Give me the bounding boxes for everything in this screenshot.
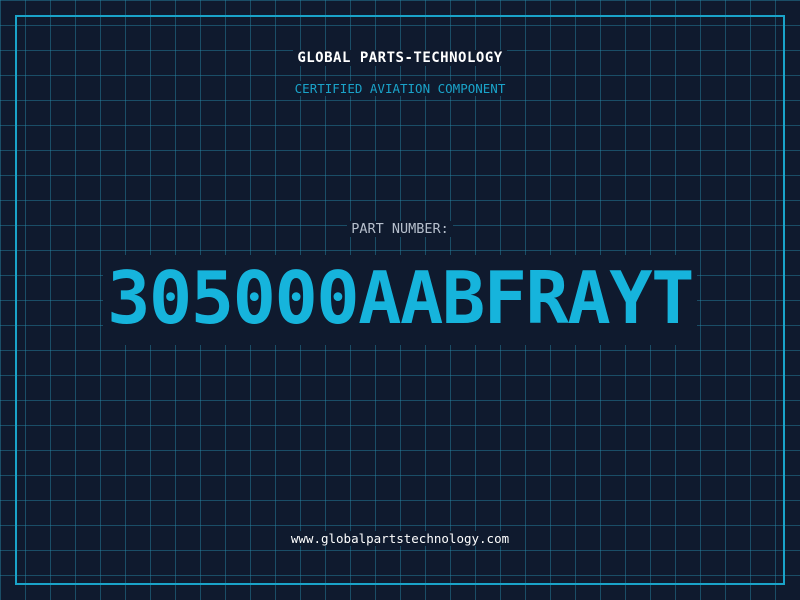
part-number-label: PART NUMBER: — [0, 219, 800, 239]
certification-subtitle-text: CERTIFIED AVIATION COMPONENT — [290, 81, 510, 96]
part-number-container: 305000AABFRAYT — [0, 255, 800, 345]
part-number-label-text: PART NUMBER: — [347, 221, 453, 237]
website-url: www.globalpartstechnology.com — [0, 529, 800, 549]
certification-subtitle: CERTIFIED AVIATION COMPONENT — [0, 79, 800, 99]
company-name-text: GLOBAL PARTS-TECHNOLOGY — [293, 50, 507, 66]
company-name: GLOBAL PARTS-TECHNOLOGY — [0, 48, 800, 68]
website-url-text[interactable]: www.globalpartstechnology.com — [286, 531, 514, 546]
part-number-value: 305000AABFRAYT — [103, 255, 697, 345]
